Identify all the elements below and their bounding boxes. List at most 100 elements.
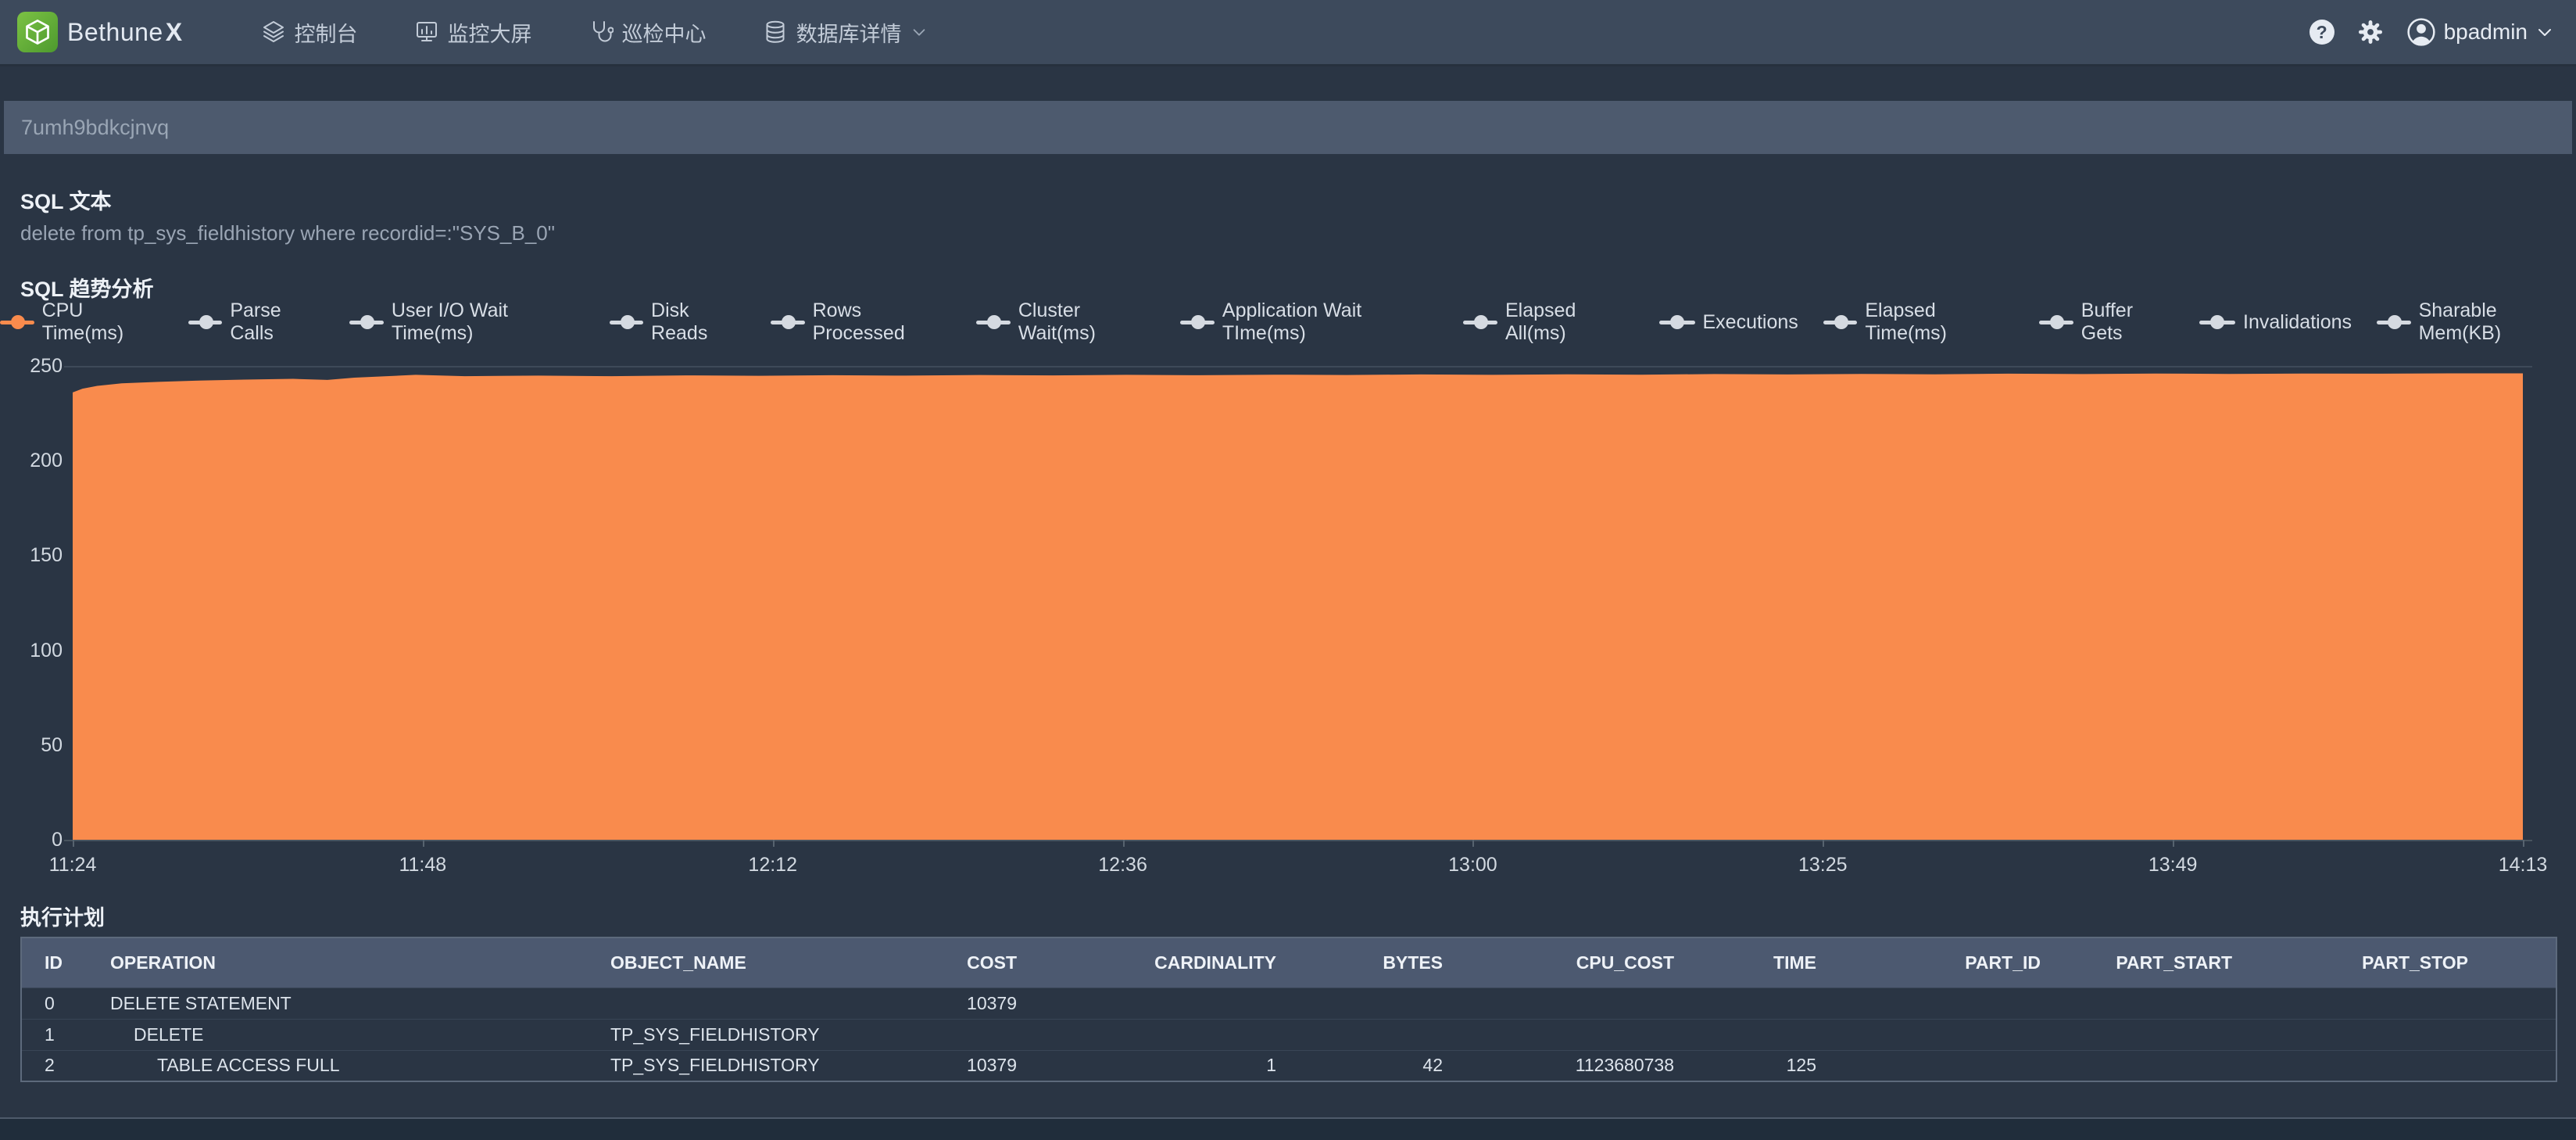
x-axis-tick-label: 12:12: [748, 854, 797, 876]
nav-item-inspection-center[interactable]: 巡检中心: [589, 17, 707, 48]
legend-marker-icon: [2377, 315, 2411, 329]
column-header-id: ID: [45, 952, 63, 973]
trend-area-chart[interactable]: [73, 366, 2523, 841]
table-cell: TABLE ACCESS FULL: [157, 1055, 340, 1076]
y-axis-tick-label: 250: [30, 355, 63, 377]
sql-id-panel-header[interactable]: 7umh9bdkcjnvq: [4, 101, 2572, 154]
table-cell: [1451, 988, 1682, 1019]
x-axis-line: [64, 840, 2532, 841]
nav-item-label: 巡检中心: [621, 22, 707, 46]
legend-item-cluster-wait-ms[interactable]: Cluster Wait(ms): [976, 299, 1155, 345]
x-axis-tick-mark: [422, 840, 424, 847]
page-footer: [0, 1117, 2576, 1140]
chevron-down-icon: [913, 29, 925, 36]
legend-label: Disk Reads: [651, 299, 708, 344]
table-cell: [1824, 1019, 2048, 1050]
legend-label: Cluster Wait(ms): [1018, 299, 1096, 344]
legend-item-buffer-gets[interactable]: Buffer Gets: [2039, 299, 2174, 345]
y-axis-tick-label: 150: [30, 544, 63, 567]
table-cell: 1: [45, 1023, 55, 1045]
legend-marker-icon: [188, 315, 223, 329]
legend-label: Executions: [1702, 310, 1798, 333]
column-header-part_stop: PART_STOP: [2362, 952, 2468, 973]
settings-gear-icon[interactable]: [2356, 18, 2385, 46]
table-cell: [1025, 1019, 1284, 1050]
legend-item-user-i-o-wait-time-ms[interactable]: User I/O Wait Time(ms): [349, 299, 584, 345]
user-menu[interactable]: bpadmin: [2406, 17, 2554, 47]
legend-marker-icon: [771, 315, 805, 329]
brand-logo-icon: [17, 12, 58, 52]
table-cell: DELETE: [134, 1023, 204, 1045]
table-cell: 0: [45, 992, 55, 1013]
x-axis-tick-label: 13:25: [1798, 854, 1848, 876]
legend-marker-icon: [1180, 315, 1215, 329]
legend-marker-icon: [349, 315, 384, 329]
nav-item-label: 数据库详情: [796, 22, 902, 46]
legend-item-disk-reads[interactable]: Disk Reads: [609, 299, 746, 345]
table-cell: 2: [45, 1055, 55, 1076]
table-cell: [1682, 988, 1824, 1019]
legend-label: Invalidations: [2243, 310, 2352, 333]
legend-marker-icon: [2039, 315, 2073, 329]
help-button[interactable]: ?: [2309, 20, 2334, 45]
table-cell: 125: [1786, 1055, 1816, 1076]
legend-item-elapsed-all-ms[interactable]: Elapsed All(ms): [1463, 299, 1633, 345]
legend-item-elapsed-time-ms[interactable]: Elapsed Time(ms): [1823, 299, 2014, 345]
table-cell: 10379: [967, 992, 1017, 1013]
table-cell: [1824, 988, 2048, 1019]
sql-text-value: delete from tp_sys_fieldhistory where re…: [20, 221, 555, 245]
legend-item-rows-processed[interactable]: Rows Processed: [771, 299, 951, 345]
legend-item-application-wait-time-ms[interactable]: Application Wait TIme(ms): [1180, 299, 1438, 345]
legend-item-executions[interactable]: Executions: [1658, 310, 1798, 334]
legend-label: Buffer Gets: [2080, 299, 2134, 344]
table-cell: [1284, 1019, 1451, 1050]
nav-item-console[interactable]: 控制台: [261, 17, 358, 48]
x-axis-tick-mark: [1472, 840, 1475, 847]
legend-label: Application Wait TIme(ms): [1222, 299, 1362, 344]
legend-marker-icon: [976, 315, 1011, 329]
nav-item-database-details[interactable]: 数据库详情: [763, 17, 928, 48]
x-axis-tick-mark: [1122, 840, 1125, 847]
execution-plan-table: ID OPERATION OBJECT_NAME COST CARDINALITY BYT…: [20, 937, 2557, 1082]
nav-right: ? bpadmin: [2309, 17, 2576, 47]
legend-label: Elapsed Time(ms): [1865, 299, 1947, 344]
layers-icon: [263, 21, 284, 42]
nav-item-monitor-screen[interactable]: 监控大屏: [414, 17, 532, 48]
y-axis-tick-label: 50: [41, 733, 63, 756]
chevron-down-icon: [2538, 29, 2551, 36]
question-icon: ?: [2316, 21, 2327, 42]
legend-label: Sharable Mem(KB): [2418, 299, 2502, 344]
avatar-icon: [2406, 18, 2435, 46]
plan-body: 0 DELETE STATEMENT 10379 1 DELETE TP_SYS_FIEL…: [21, 988, 2556, 1081]
x-axis-tick-label: 13:00: [1448, 854, 1497, 876]
legend-item-cpu-time-ms[interactable]: CPU Time(ms): [0, 299, 163, 345]
nav-item-label: 监控大屏: [447, 22, 532, 46]
table-cell: [2240, 988, 2556, 1019]
y-axis-tick-label: 100: [30, 639, 63, 661]
username: bpadmin: [2443, 20, 2528, 44]
y-axis-tick-label: 200: [30, 450, 63, 472]
table-cell: [915, 1019, 1025, 1050]
table-cell: [2240, 1019, 2556, 1050]
database-icon: [766, 20, 785, 43]
table-cell: DELETE STATEMENT: [110, 992, 292, 1013]
table-cell: [2048, 1019, 2240, 1050]
sql-text-title: SQL 文本: [20, 190, 112, 213]
legend-item-parse-calls[interactable]: Parse Calls: [188, 299, 325, 345]
nav-menu: 控制台 监控大屏 巡检中心 数据库详情: [261, 17, 928, 48]
table-cell: 10379: [967, 1055, 1017, 1076]
legend-item-invalidations[interactable]: Invalidations: [2199, 311, 2352, 334]
stethoscope-icon: [592, 21, 614, 42]
table-cell: TP_SYS_FIELDHISTORY: [610, 1055, 820, 1076]
brand[interactable]: BethuneX: [0, 12, 183, 52]
column-header-operation: OPERATION: [110, 952, 216, 973]
legend-label: Parse Calls: [230, 299, 281, 344]
legend-marker-icon: [2199, 315, 2236, 329]
legend-label: Elapsed All(ms): [1505, 299, 1576, 344]
table-cell: 1: [1266, 1055, 1276, 1076]
legend-item-sharable-mem-kb[interactable]: Sharable Mem(KB): [2377, 299, 2576, 345]
table-row: 1 DELETE TP_SYS_FIELDHISTORY: [21, 1019, 2556, 1050]
x-axis-tick-mark: [2173, 840, 2175, 847]
column-header-cpu_cost: CPU_COST: [1576, 952, 1674, 973]
column-header-part_start: PART_START: [2116, 952, 2232, 973]
